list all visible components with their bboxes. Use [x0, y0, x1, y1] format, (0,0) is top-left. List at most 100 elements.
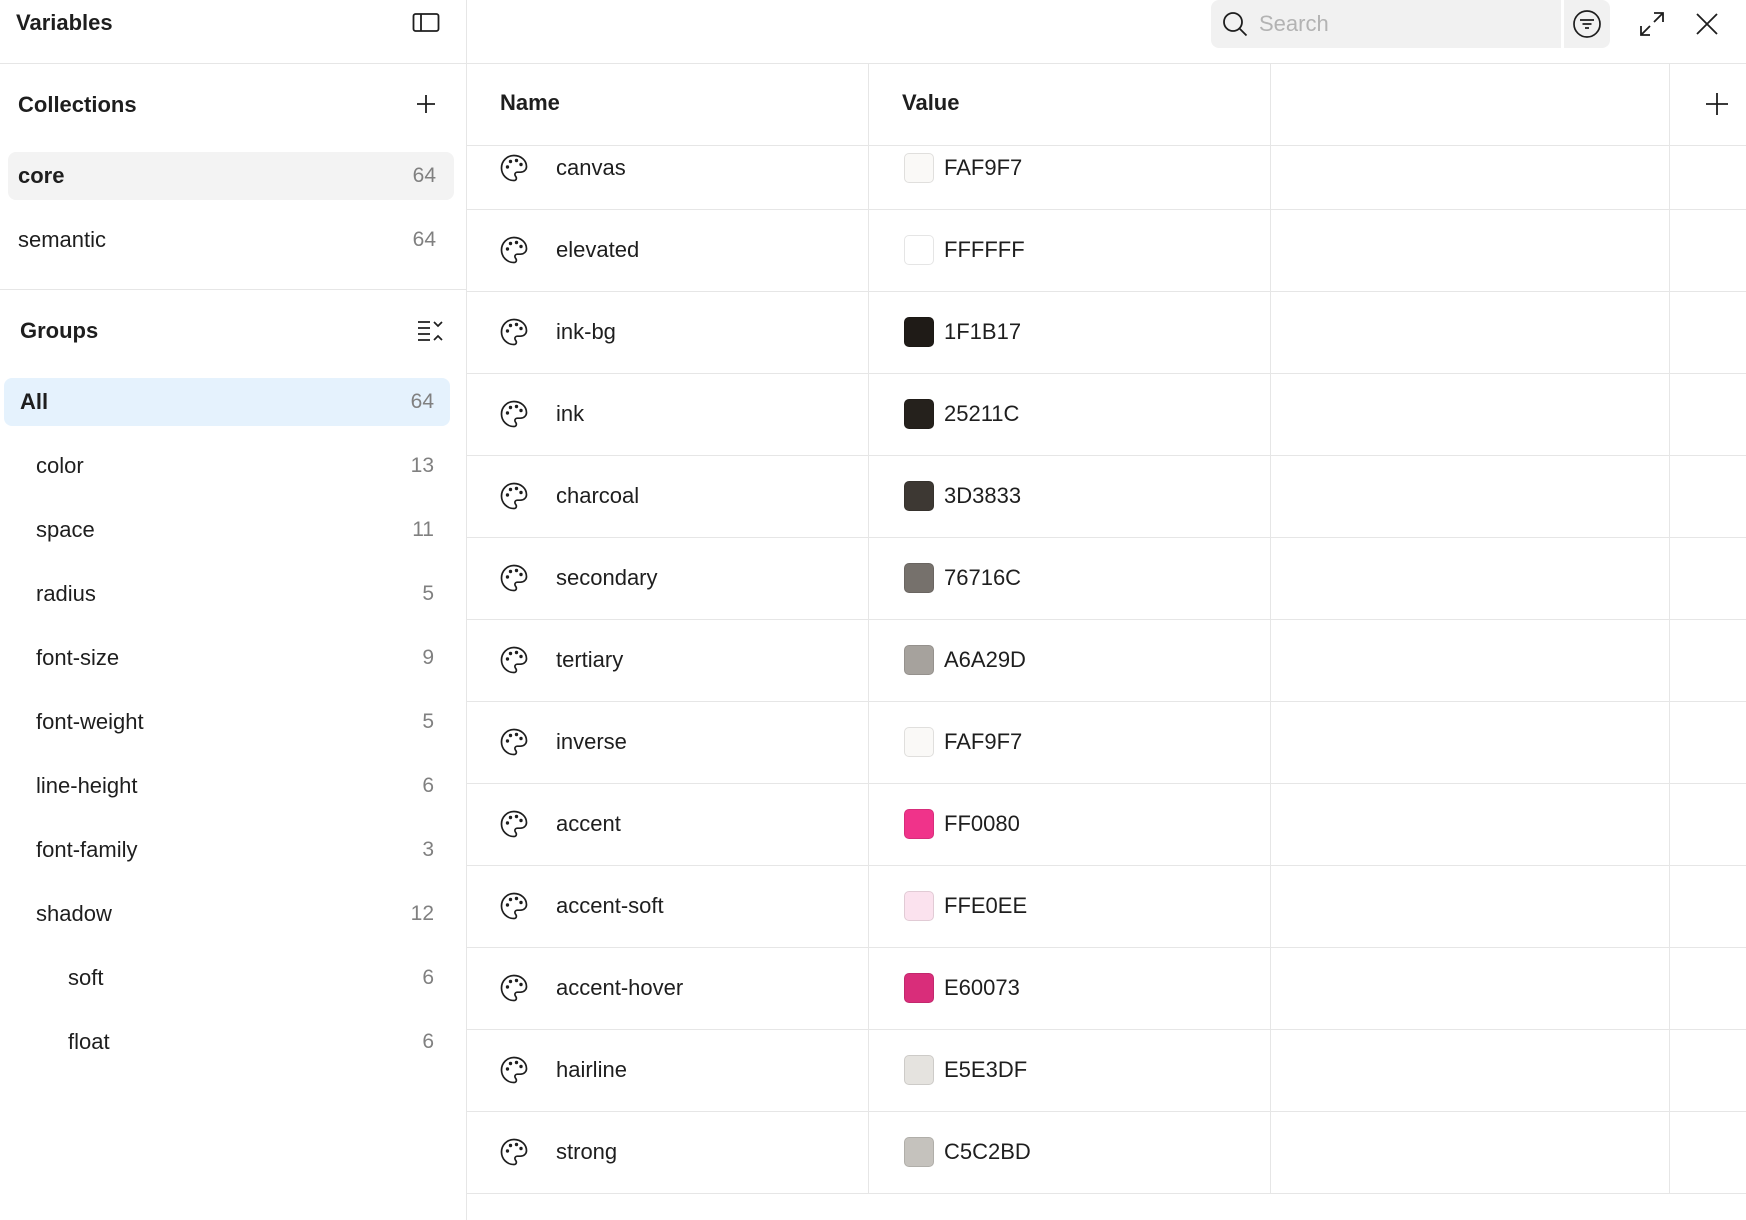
group-label: space: [36, 517, 95, 542]
table-row[interactable]: hairline E5E3DF: [467, 1030, 1746, 1112]
color-swatch[interactable]: [904, 973, 934, 1003]
group-count: 13: [410, 454, 434, 477]
variable-value[interactable]: FAF9F7: [944, 729, 1022, 755]
group-item-radius[interactable]: radius 5: [4, 570, 450, 618]
table-row[interactable]: accent-soft FFE0EE: [467, 866, 1746, 948]
add-mode-button[interactable]: [1695, 82, 1739, 126]
group-item-font-weight[interactable]: font-weight 5: [4, 698, 450, 746]
table-row[interactable]: inverse FAF9F7: [467, 702, 1746, 784]
table-row[interactable]: secondary 76716C: [467, 538, 1746, 620]
group-item-font-size[interactable]: font-size 9: [4, 634, 450, 682]
group-item-line-height[interactable]: line-height 6: [4, 762, 450, 810]
group-count: 6: [422, 774, 434, 797]
collection-item-core[interactable]: core 64: [8, 152, 454, 200]
group-item-float[interactable]: float 6: [4, 1018, 450, 1066]
variable-name: secondary: [556, 565, 658, 590]
color-swatch[interactable]: [904, 481, 934, 511]
table-row[interactable]: tertiary A6A29D: [467, 620, 1746, 702]
add-collection-button[interactable]: [408, 86, 444, 122]
variable-value[interactable]: E5E3DF: [944, 1057, 1027, 1083]
color-swatch[interactable]: [904, 399, 934, 429]
palette-icon: [499, 809, 529, 839]
panel-title: Variables: [16, 10, 113, 35]
plus-icon: [417, 95, 435, 113]
column-header-value[interactable]: Value: [902, 90, 959, 116]
table-row[interactable]: elevated FFFFFF: [467, 210, 1746, 292]
groups-header: Groups: [0, 310, 467, 350]
table-row[interactable]: accent-hover E60073: [467, 948, 1746, 1030]
collection-label: core: [18, 163, 65, 188]
color-swatch[interactable]: [904, 891, 934, 921]
variable-value[interactable]: E60073: [944, 975, 1020, 1001]
color-swatch[interactable]: [904, 1137, 934, 1167]
column-header-name[interactable]: Name: [500, 90, 560, 116]
color-swatch[interactable]: [904, 809, 934, 839]
palette-icon: [499, 645, 529, 675]
group-label: color: [36, 453, 84, 478]
variable-value[interactable]: 1F1B17: [944, 319, 1021, 345]
palette-icon: [499, 317, 529, 347]
table-header: Name Value: [467, 64, 1746, 146]
variable-value[interactable]: FAF9F7: [944, 155, 1022, 181]
collection-label: semantic: [18, 227, 107, 252]
color-swatch[interactable]: [904, 727, 934, 757]
variable-value[interactable]: FFE0EE: [944, 893, 1027, 919]
group-item-font-family[interactable]: font-family 3: [4, 826, 450, 874]
collapse-list-icon: [418, 321, 443, 341]
search-input[interactable]: [1259, 4, 1549, 44]
variables-window: Variables Collections core 64 semantic 6…: [0, 0, 1746, 1220]
table-row[interactable]: strong C5C2BD: [467, 1112, 1746, 1194]
search-field[interactable]: [1211, 0, 1561, 48]
collapse-groups-button[interactable]: [412, 312, 448, 348]
plus-icon: [1706, 93, 1728, 115]
palette-icon: [499, 235, 529, 265]
variable-value[interactable]: FF0080: [944, 811, 1020, 837]
group-item-space[interactable]: space 11: [4, 506, 450, 554]
collection-count: 64: [412, 228, 436, 251]
filter-button[interactable]: [1564, 0, 1610, 48]
variable-name: accent-hover: [556, 975, 684, 1000]
color-swatch[interactable]: [904, 317, 934, 347]
group-item-color[interactable]: color 13: [4, 442, 450, 490]
sidebar-panel-icon: [412, 13, 440, 32]
collection-item-semantic[interactable]: semantic 64: [8, 216, 454, 264]
group-label: All: [20, 389, 49, 414]
variable-value[interactable]: C5C2BD: [944, 1139, 1031, 1165]
table-row[interactable]: accent FF0080: [467, 784, 1746, 866]
group-item-all[interactable]: All 64: [4, 378, 450, 426]
color-swatch[interactable]: [904, 153, 934, 183]
close-button[interactable]: [1687, 4, 1727, 44]
palette-icon: [499, 727, 529, 757]
color-swatch[interactable]: [904, 563, 934, 593]
group-count: 5: [422, 582, 434, 605]
expand-button[interactable]: [1632, 4, 1672, 44]
variable-value[interactable]: 3D3833: [944, 483, 1021, 509]
group-count: 6: [422, 966, 434, 989]
palette-icon: [499, 891, 529, 921]
group-count: 5: [422, 710, 434, 733]
variable-value[interactable]: FFFFFF: [944, 237, 1025, 263]
table-row[interactable]: canvas FAF9F7: [467, 146, 1746, 210]
group-item-soft[interactable]: soft 6: [4, 954, 450, 1002]
variable-name: inverse: [556, 729, 627, 754]
variable-name: tertiary: [556, 647, 624, 672]
color-swatch[interactable]: [904, 1055, 934, 1085]
collections-header: Collections: [0, 84, 467, 124]
sidebar-toggle-button[interactable]: [408, 8, 444, 38]
table-row[interactable]: charcoal 3D3833: [467, 456, 1746, 538]
variable-name: elevated: [556, 237, 640, 262]
table-row[interactable]: ink 25211C: [467, 374, 1746, 456]
palette-icon: [499, 1055, 529, 1085]
table-row[interactable]: ink-bg 1F1B17: [467, 292, 1746, 374]
color-swatch[interactable]: [904, 645, 934, 675]
variable-value[interactable]: 76716C: [944, 565, 1021, 591]
variables-table: Name Value canvas FAF9F7 elevated FFFFFF ink…: [467, 64, 1746, 1220]
group-label: font-family: [36, 837, 138, 862]
group-label: soft: [68, 965, 104, 990]
variable-value[interactable]: A6A29D: [944, 647, 1026, 673]
variable-name: charcoal: [556, 483, 640, 508]
palette-icon: [499, 973, 529, 1003]
variable-value[interactable]: 25211C: [944, 401, 1019, 427]
group-item-shadow[interactable]: shadow 12: [4, 890, 450, 938]
color-swatch[interactable]: [904, 235, 934, 265]
